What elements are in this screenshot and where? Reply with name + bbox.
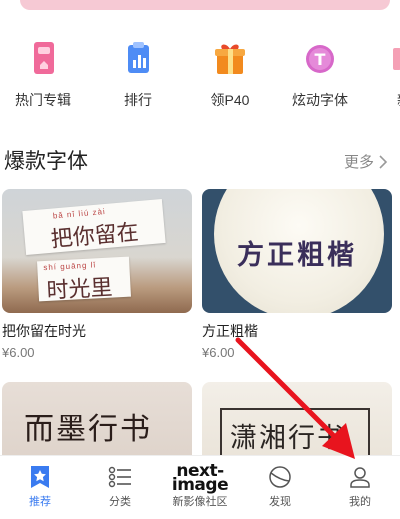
quick-nav-label: 热门专辑 [15, 92, 71, 108]
category-list-icon [108, 466, 131, 488]
nav-next-image-community[interactable]: next- image 新影像社区 [160, 456, 240, 519]
preview-text: 而墨行书 [24, 412, 152, 447]
quick-nav-new[interactable]: 新 [353, 38, 400, 110]
album-icon [34, 42, 54, 74]
font-preview-image: 方正粗楷 [202, 189, 392, 313]
preview-paper: bǎ nǐ liú zài 把你留在 [22, 198, 166, 256]
quick-nav-get-p40[interactable]: 领P40 [190, 38, 270, 110]
preview-text: 时光里 [45, 275, 114, 304]
nav-label: 发现 [269, 496, 291, 508]
more-link[interactable]: 更多 [344, 151, 388, 172]
gift-icon [215, 44, 245, 74]
profile-icon [350, 467, 370, 488]
quick-nav-hot-albums[interactable]: 热门专辑 [3, 38, 83, 110]
nav-label: 推荐 [29, 496, 51, 508]
font-card[interactable]: 方正粗楷 方正粗楷 ¥6.00 [202, 189, 392, 360]
quick-nav-ranking[interactable]: 排行 [98, 38, 178, 110]
font-card[interactable]: bǎ nǐ liú zài 把你留在 shí guāng lǐ 时光里 把你留在… [2, 189, 192, 360]
font-name: 把你留在时光 [2, 323, 86, 339]
bottom-nav: 推荐 分类 next- image 新影像社区 发现 我的 [0, 455, 400, 519]
nav-recommend[interactable]: 推荐 [0, 456, 80, 519]
nav-category[interactable]: 分类 [80, 456, 160, 519]
font-price: ¥6.00 [2, 345, 35, 360]
top-banner[interactable] [20, 0, 390, 10]
more-link-label: 更多 [343, 154, 374, 171]
nav-discover[interactable]: 发现 [240, 456, 320, 519]
preview-paper: shí guāng lǐ 时光里 [37, 256, 131, 304]
recommend-star-icon [31, 466, 49, 488]
quick-nav-label: 新 [353, 90, 400, 110]
preview-text: 潇湘行书 [230, 423, 346, 454]
ranking-icon [128, 42, 149, 73]
quick-nav-label: 领P40 [210, 92, 250, 108]
logo-text-bottom: image [171, 475, 229, 495]
new-icon [393, 48, 400, 70]
quick-nav-dynamic-fonts[interactable]: T 炫动字体 [280, 38, 360, 110]
font-price: ¥6.00 [202, 345, 235, 360]
quick-nav-label: 炫动字体 [292, 92, 348, 108]
font-name: 方正粗楷 [202, 323, 258, 339]
quick-nav-row: 热门专辑 排行 领P40 T 炫动字体 新 [0, 38, 400, 118]
chevron-right-icon [379, 154, 388, 169]
nav-profile[interactable]: 我的 [320, 456, 400, 519]
nav-label: 新影像社区 [172, 496, 228, 508]
preview-text: 把你留在 [49, 220, 140, 253]
next-image-logo: next- image [160, 463, 240, 495]
nav-label: 我的 [349, 496, 371, 508]
quick-nav-label: 排行 [124, 92, 152, 108]
svg-text:T: T [315, 50, 326, 69]
font-preview-image: bǎ nǐ liú zài 把你留在 shí guāng lǐ 时光里 [2, 189, 192, 313]
discover-icon [269, 466, 291, 488]
dynamic-font-icon: T [306, 45, 334, 73]
preview-text: 方正粗楷 [237, 240, 357, 271]
nav-label: 分类 [109, 496, 131, 508]
section-title: 爆款字体 [4, 150, 88, 173]
